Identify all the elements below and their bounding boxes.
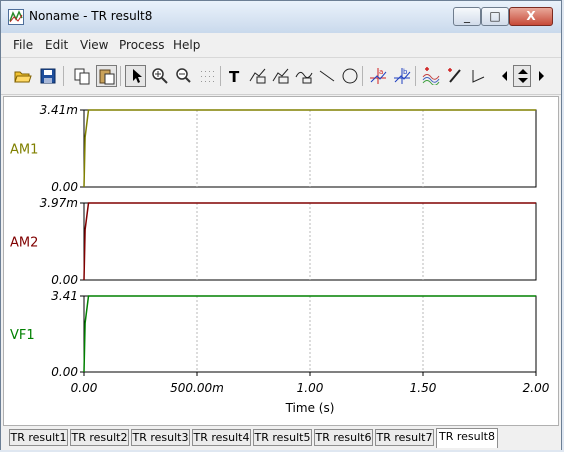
y-tick-label-top: 3.41 [51,289,78,303]
tab-tr-result6[interactable]: TR result6 [314,429,373,446]
minimize-icon: _ [464,9,470,23]
window-title: Noname - TR result8 [29,9,153,23]
y-tick-label-bottom: 0.00 [51,365,78,379]
tab-tr-result8[interactable]: TR result8 [436,428,498,448]
series-label-am2: AM2 [10,236,38,251]
y-tick-label-top: 3.97m [40,196,78,210]
text-icon[interactable]: T [224,65,245,87]
menu-bar: File Edit View Process Help [1,33,561,58]
grid-icon[interactable] [197,65,218,87]
y-tick-label-bottom: 0.00 [51,273,78,287]
maximize-icon: □ [489,9,501,23]
y-tick-label-bottom: 0.00 [51,180,78,194]
add-cursor-icon[interactable] [420,65,441,87]
zoom-100-icon[interactable] [173,65,194,87]
paste-icon[interactable] [96,65,117,87]
marker-icon[interactable] [443,65,464,87]
x-axis-label: Time (s) [285,401,335,415]
x-tick-label: 1.50 [410,381,437,395]
title-bar[interactable]: Noname - TR result8 _ □ X [1,1,561,33]
result-tabs: TR result1 TR result2 TR result3 TR resu… [1,428,561,450]
tab-tr-result5[interactable]: TR result5 [253,429,312,446]
app-window: Noname - TR result8 _ □ X File Edit View… [0,0,562,450]
app-logo-icon [8,9,24,25]
copy-icon[interactable] [71,65,92,87]
tab-tr-result7[interactable]: TR result7 [375,429,434,446]
close-button[interactable]: X [509,7,553,26]
x-tick-label: 2.00 [523,381,550,395]
menu-process[interactable]: Process [119,38,165,52]
tab-tr-result3[interactable]: TR result3 [131,429,190,446]
angle-icon[interactable] [467,65,488,87]
circle-icon[interactable] [339,65,360,87]
menu-help[interactable]: Help [173,38,200,52]
minimize-button[interactable]: _ [453,7,481,26]
tab-tr-result2[interactable]: TR result2 [70,429,129,446]
curve-label-3-icon[interactable] [293,65,314,87]
chart: 3.41m 0.00 AM1 3.97m 0.00 AM2 3.41 0.00 VF1 0.00 5… [10,103,550,415]
menu-edit[interactable]: Edit [45,38,68,52]
zoom-in-icon[interactable] [149,65,170,87]
x-tick-label: 500.00m [170,381,224,395]
close-icon: X [526,9,536,23]
menu-file[interactable]: File [13,38,33,52]
x-tick-label: 0.00 [71,381,98,395]
series-label-am1: AM1 [10,143,38,158]
tab-tr-result1[interactable]: TR result1 [9,429,68,446]
open-folder-icon[interactable] [12,65,33,87]
y-tick-label-top: 3.41m [40,103,78,117]
scroll-updown-icon[interactable] [513,65,531,87]
curve-label-1-icon[interactable] [247,65,268,87]
scroll-right-icon[interactable] [533,65,547,87]
maximize-button[interactable]: □ [481,7,509,26]
cursor-a-icon[interactable]: a [367,65,388,87]
cursor-b-icon[interactable]: b [391,65,412,87]
chart-area[interactable]: 3.41m 0.00 AM1 3.97m 0.00 AM2 3.41 0.00 VF1 0.00 5… [3,96,559,426]
series-label-vf1: VF1 [10,328,35,343]
toolbar: T a b [1,58,561,95]
curve-label-2-icon[interactable] [270,65,291,87]
pointer-icon[interactable] [125,65,146,87]
svg-text:T: T [229,68,240,85]
tab-tr-result4[interactable]: TR result4 [192,429,251,446]
line-icon[interactable] [316,65,337,87]
save-icon[interactable] [37,65,58,87]
svg-text:a: a [379,68,383,76]
svg-text:b: b [403,68,408,76]
menu-view[interactable]: View [80,38,108,52]
scroll-left-icon[interactable] [497,65,511,87]
x-tick-label: 1.00 [297,381,324,395]
